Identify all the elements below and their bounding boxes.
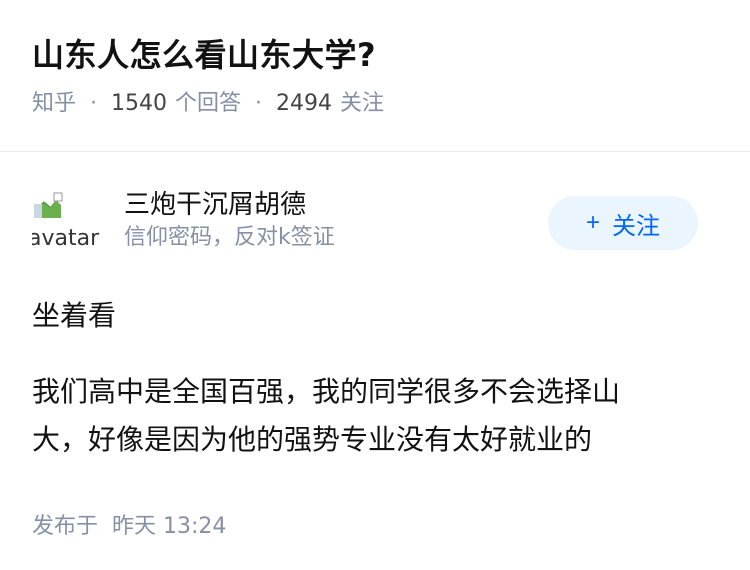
broken-image-icon [34, 192, 63, 218]
author-row: avatar 三炮干沉屑胡德 信仰密码，反对k签证 + 关注 [0, 152, 750, 270]
follow-label: 关注 [612, 212, 660, 240]
followers-count: 2494 [276, 91, 333, 116]
source-label[interactable]: 知乎 [32, 86, 76, 122]
avatar-alt-text: avatar [32, 226, 100, 251]
question-header: 山东人怎么看山东大学? 知乎 · 1540 个回答 · 2494 关注 [0, 0, 750, 152]
answers-label[interactable]: 个回答 [175, 86, 241, 122]
question-meta: 知乎 · 1540 个回答 · 2494 关注 [32, 86, 718, 122]
meta-separator: · [255, 91, 263, 116]
published-time: 昨天 13:24 [112, 514, 227, 539]
author-info: 三炮干沉屑胡德 信仰密码，反对k签证 [124, 188, 335, 254]
meta-separator: · [90, 91, 98, 116]
plus-icon: + [585, 209, 600, 236]
answers-count: 1540 [111, 91, 168, 116]
published-label: 发布于 [32, 514, 99, 539]
answer-footer: 发布于 昨天 13:24 [0, 464, 750, 540]
question-title[interactable]: 山东人怎么看山东大学? [32, 30, 718, 80]
avatar[interactable]: avatar [32, 190, 100, 258]
answer-content: 坐着看 我们高中是全国百强，我的同学很多不会选择山大，好像是因为他的强势专业没有… [0, 270, 750, 464]
author-bio: 信仰密码，反对k签证 [124, 225, 335, 250]
followers-label[interactable]: 关注 [340, 86, 384, 122]
author-name[interactable]: 三炮干沉屑胡德 [124, 188, 335, 222]
follow-button[interactable]: + 关注 [548, 196, 698, 250]
answer-paragraph: 坐着看 [32, 299, 117, 332]
answer-paragraph: 我们高中是全国百强，我的同学很多不会选择山大，好像是因为他的强势专业没有太好就业… [32, 375, 621, 456]
